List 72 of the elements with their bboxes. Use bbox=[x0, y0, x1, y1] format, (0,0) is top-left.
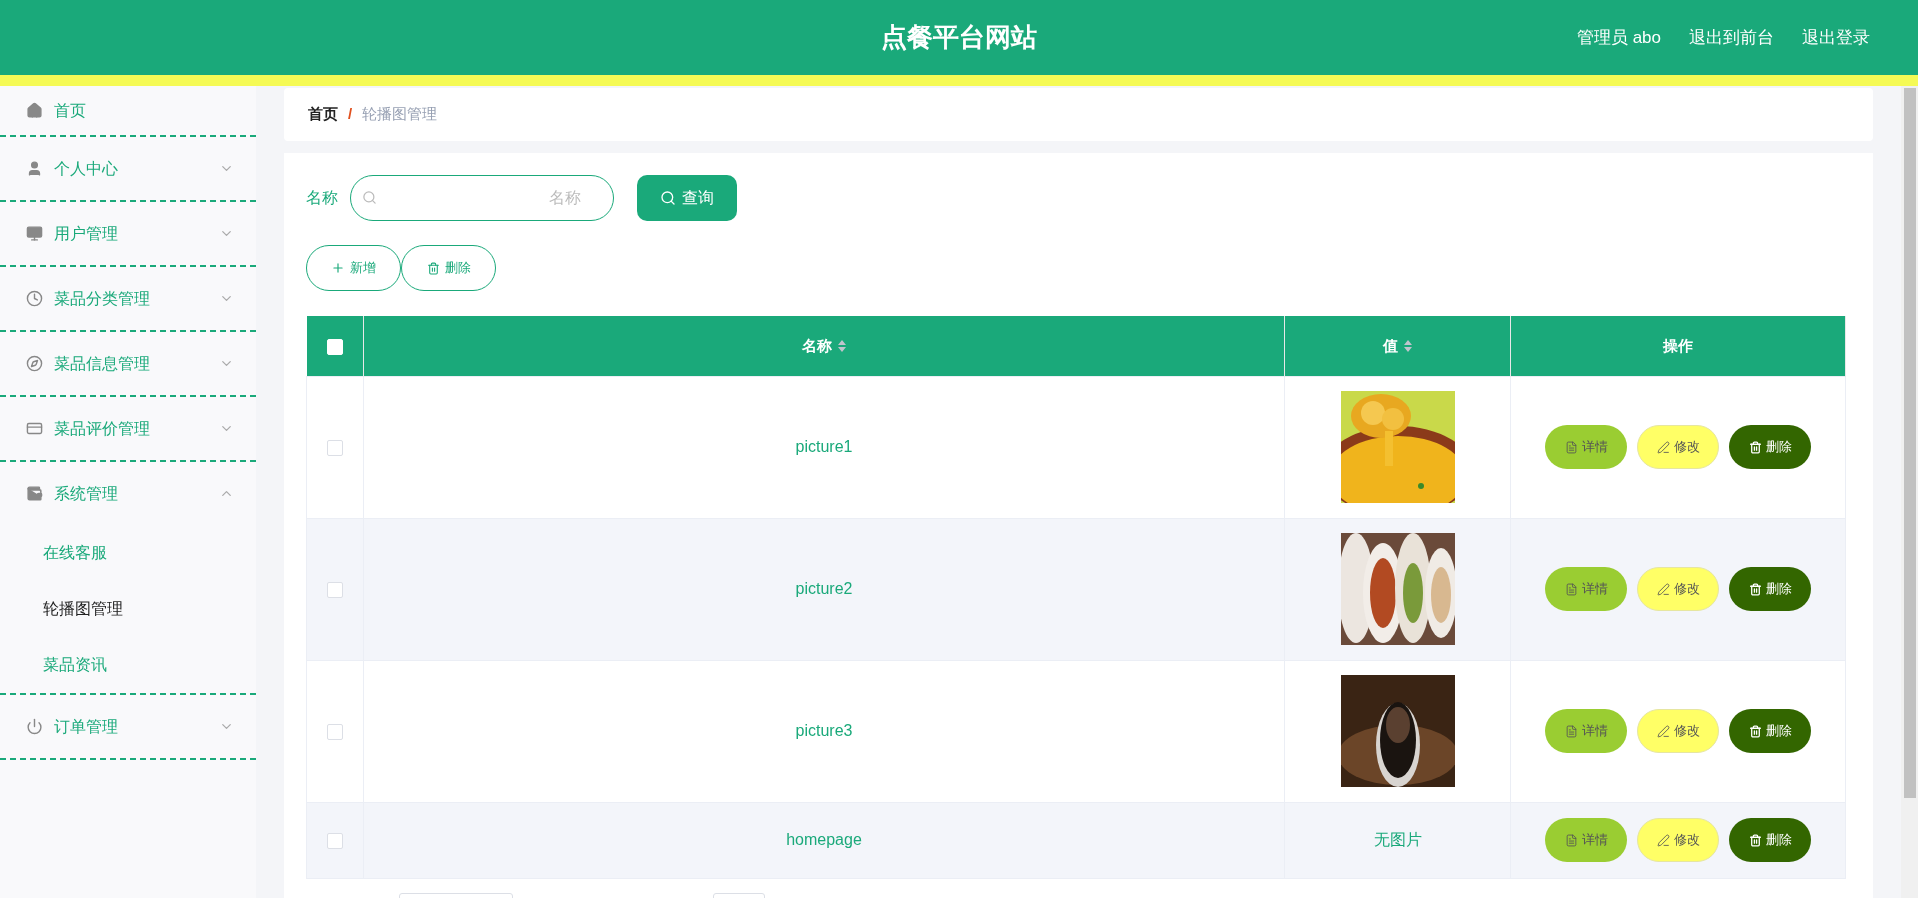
header-link[interactable]: 退出登录 bbox=[1802, 24, 1870, 51]
table-cell: picture1 bbox=[363, 376, 1285, 518]
edit-button[interactable]: 修改 bbox=[1637, 425, 1719, 469]
pencil-icon bbox=[1656, 724, 1670, 738]
submenu-item[interactable]: 菜品资讯 bbox=[0, 637, 256, 693]
site-title: 点餐平台网站 bbox=[881, 21, 1037, 54]
monitor-icon bbox=[26, 225, 43, 242]
submenu-item[interactable]: 轮播图管理 bbox=[0, 581, 256, 637]
document-icon bbox=[1564, 582, 1578, 596]
document-icon bbox=[1564, 440, 1578, 454]
trash-icon bbox=[1748, 582, 1762, 596]
search-button[interactable]: 查询 bbox=[637, 175, 737, 221]
trash-icon bbox=[1748, 833, 1762, 847]
trash-icon bbox=[426, 261, 440, 275]
pencil-icon bbox=[1656, 833, 1670, 847]
detail-button[interactable]: 详情 bbox=[1545, 425, 1627, 469]
detail-button[interactable]: 详情 bbox=[1545, 709, 1627, 753]
pencil-icon bbox=[1656, 440, 1670, 454]
card-icon bbox=[26, 420, 43, 437]
compass-icon bbox=[26, 355, 43, 372]
breadcrumb-link[interactable]: 首页 bbox=[308, 103, 338, 126]
pencil-icon bbox=[1656, 582, 1670, 596]
search-label: 名称 bbox=[306, 188, 338, 208]
header-link[interactable]: 管理员 abo bbox=[1576, 24, 1661, 51]
detail-button[interactable]: 详情 bbox=[1545, 567, 1627, 611]
column-header[interactable]: 名称 bbox=[802, 334, 846, 357]
delete-button[interactable]: 删除 bbox=[1729, 818, 1811, 862]
sort-icon bbox=[838, 339, 846, 352]
checkbox[interactable] bbox=[327, 723, 343, 740]
table-cell-text: 无图片 bbox=[1372, 830, 1423, 850]
delete-button[interactable]: 删除 bbox=[1729, 425, 1811, 469]
search-field[interactable]: 名称 bbox=[350, 175, 614, 221]
sidebar-item[interactable]: 订单管理 bbox=[0, 695, 256, 758]
table-cell: picture3 bbox=[363, 660, 1285, 802]
breadcrumb-separator: / bbox=[348, 104, 353, 125]
home-icon bbox=[26, 102, 43, 119]
document-icon bbox=[1564, 724, 1578, 738]
column-header[interactable]: 值 bbox=[1383, 334, 1412, 357]
checkbox[interactable] bbox=[327, 439, 343, 456]
sidebar-item[interactable]: 菜品分类管理 bbox=[0, 267, 256, 330]
person-icon bbox=[26, 160, 43, 177]
table-cell: picture2 bbox=[363, 518, 1285, 660]
power-icon bbox=[26, 718, 43, 735]
document-icon bbox=[1564, 833, 1578, 847]
wallet-icon bbox=[26, 485, 43, 502]
clock-icon bbox=[26, 290, 43, 307]
table-cell: homepage bbox=[363, 802, 1285, 878]
search-icon bbox=[660, 190, 676, 206]
edit-button[interactable]: 修改 bbox=[1637, 567, 1719, 611]
search-icon bbox=[362, 190, 377, 205]
sidebar-item[interactable]: 菜品评价管理 bbox=[0, 397, 256, 460]
plus-icon bbox=[331, 261, 345, 275]
trash-icon bbox=[1748, 724, 1762, 738]
sidebar-item[interactable]: 菜品信息管理 bbox=[0, 332, 256, 395]
delete-button[interactable]: 删除 bbox=[1729, 709, 1811, 753]
trash-icon bbox=[1748, 440, 1762, 454]
detail-button[interactable]: 详情 bbox=[1545, 818, 1627, 862]
sort-icon bbox=[1404, 339, 1412, 352]
delete-button[interactable]: 删除 bbox=[1729, 567, 1811, 611]
scrollbar-thumb[interactable] bbox=[1903, 88, 1916, 798]
edit-button[interactable]: 修改 bbox=[1637, 709, 1719, 753]
checkbox[interactable] bbox=[327, 581, 343, 598]
column-header: 操作 bbox=[1663, 335, 1693, 356]
sidebar-item[interactable]: 首页 bbox=[0, 86, 256, 135]
submenu-item[interactable]: 在线客服 bbox=[0, 525, 256, 581]
breadcrumb-link[interactable]: 轮播图管理 bbox=[362, 103, 438, 126]
checkbox[interactable] bbox=[327, 832, 343, 849]
edit-button[interactable]: 修改 bbox=[1637, 818, 1719, 862]
sidebar-item[interactable]: 用户管理 bbox=[0, 202, 256, 265]
sidebar-item[interactable]: 系统管理 bbox=[0, 462, 256, 525]
header-link[interactable]: 退出到前台 bbox=[1689, 24, 1774, 51]
sidebar-item[interactable]: 个人中心 bbox=[0, 137, 256, 200]
